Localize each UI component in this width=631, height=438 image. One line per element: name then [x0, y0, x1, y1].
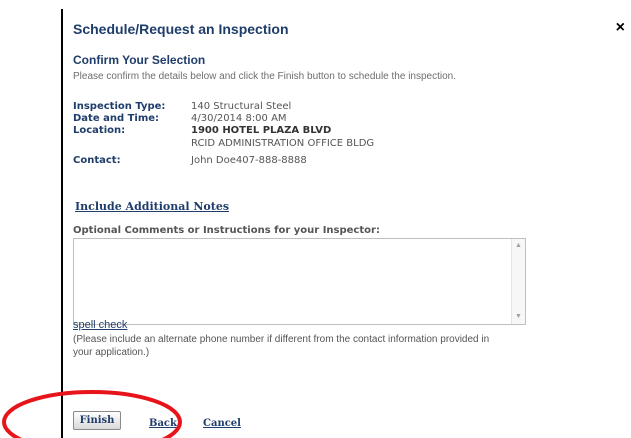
- date-time-value: 4/30/2014 8:00 AM: [191, 113, 287, 124]
- comments-box: ▲ ▼: [73, 238, 526, 325]
- confirm-heading: Confirm Your Selection: [73, 53, 206, 67]
- comments-textarea[interactable]: [74, 239, 512, 324]
- scroll-down-icon[interactable]: ▼: [512, 311, 525, 323]
- inspection-type-value: 140 Structural Steel: [191, 101, 292, 112]
- date-time-label: Date and Time:: [73, 113, 160, 124]
- comments-scrollbar[interactable]: ▲ ▼: [511, 239, 525, 324]
- location-label: Location:: [73, 125, 126, 136]
- spell-check-link[interactable]: spell check: [73, 319, 127, 331]
- location-building: RCID ADMINISTRATION OFFICE BLDG: [191, 138, 375, 149]
- comments-label: Optional Comments or Instructions for yo…: [73, 225, 380, 236]
- inspection-type-label: Inspection Type:: [73, 101, 166, 112]
- cancel-link[interactable]: Cancel: [203, 418, 241, 429]
- contact-value: John Doe407-888-8888: [191, 155, 307, 166]
- contact-label: Contact:: [73, 155, 121, 166]
- finish-button[interactable]: Finish: [73, 411, 121, 430]
- phone-note: (Please include an alternate phone numbe…: [73, 334, 490, 358]
- include-notes-link[interactable]: Include Additional Notes: [75, 200, 229, 213]
- inspection-dialog: Schedule/Request an Inspection × Confirm…: [61, 9, 631, 438]
- scroll-up-icon[interactable]: ▲: [512, 240, 525, 252]
- location-address: 1900 HOTEL PLAZA BLVD: [191, 125, 332, 136]
- close-icon[interactable]: ×: [616, 19, 625, 37]
- dialog-title: Schedule/Request an Inspection: [73, 21, 289, 37]
- confirm-instructions: Please confirm the details below and cli…: [73, 71, 456, 82]
- back-link[interactable]: Back: [149, 418, 177, 429]
